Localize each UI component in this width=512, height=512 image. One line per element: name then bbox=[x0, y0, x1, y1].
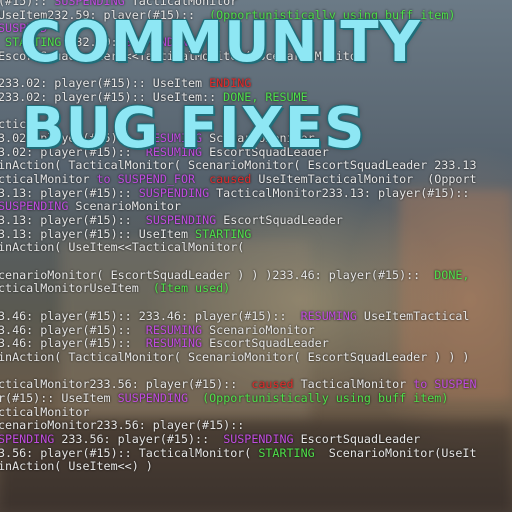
console-segment bbox=[195, 172, 209, 186]
console-line: 3.46: player(#15):: RESUMING EscortSquad… bbox=[0, 336, 512, 351]
console-line: SPENDING 233.56: player(#15):: SUSPENDIN… bbox=[0, 432, 512, 447]
console-segment: ENDING bbox=[209, 76, 252, 91]
console-segment: 233.56: player(#15):: bbox=[54, 432, 224, 446]
console-segment: rtSquadLeader <<TacticalMonitor( Scenari… bbox=[26, 48, 364, 63]
console-line: STARTING 232.59: SUSPENDING bbox=[0, 35, 512, 50]
console-segment: caused bbox=[251, 377, 294, 392]
console-segment: TacticalMonitor233.13: player(#15):: bbox=[209, 185, 470, 200]
console-segment: 232.59: bbox=[61, 35, 125, 50]
console-segment bbox=[188, 391, 202, 405]
console-line: EscortSquadLeader <<TacticalMonitor( Sce… bbox=[0, 48, 512, 64]
console-segment: (Item used) bbox=[152, 281, 231, 296]
console-segment: 3.02: player(#15):: bbox=[0, 130, 146, 145]
console-segment: cenarioMonitor233.56: player(#15):: bbox=[0, 418, 245, 433]
console-line: r(#15):: UseItem SUSPENDING (Opportunist… bbox=[0, 390, 512, 406]
console-segment: RESUMING bbox=[145, 322, 203, 337]
console-segment: to SUSPEND_FOR bbox=[96, 171, 196, 186]
console-segment: DONE, RESUME bbox=[223, 89, 308, 104]
console-line: inAction( UseItem<<TacticalMonitor( bbox=[0, 241, 512, 255]
console-segment: to SUSPEN bbox=[413, 377, 477, 392]
console-segment: 3.46: player(#15):: bbox=[0, 336, 146, 351]
console-segment: ScenarioMonitor bbox=[202, 322, 315, 337]
console-segment: SUSPENDING bbox=[145, 213, 217, 227]
console-line: SUSPENDING ScenarioMonitor bbox=[0, 199, 512, 214]
console-segment: cticalMonitor bbox=[0, 404, 90, 419]
console-line: ctical bbox=[0, 117, 512, 132]
console-line: 3.02: player(#15):: RESUMING ScenarioMon… bbox=[0, 130, 512, 146]
console-segment: (Opportunistically using buff item) bbox=[209, 7, 456, 22]
console-segment: SUSPENDING bbox=[223, 432, 294, 446]
console-segment: 3.02: player(#15):: bbox=[0, 144, 146, 159]
console-line: 3.13: player(#15):: SUSPENDING EscortSqu… bbox=[0, 213, 512, 228]
console-segment: inAction( UseItem<<TacticalMonitor( bbox=[0, 240, 245, 255]
console-segment: 3.13: player(#15):: bbox=[0, 185, 139, 200]
console-segment: inAction( TacticalMonitor( ScenarioMonit… bbox=[0, 349, 470, 364]
console-segment: 233.02: player(#15):: UseItem:: bbox=[0, 89, 224, 104]
console-segment: (Opportunistically using buff item) bbox=[202, 390, 449, 405]
console-line: 3.46: player(#15):: 233.46: player(#15):… bbox=[0, 308, 512, 324]
console-segment: caused bbox=[209, 171, 252, 186]
console-segment: 3.56: player(#15):: TacticalMonitor( bbox=[0, 445, 259, 460]
console-segment: 233.02: player(#15):: UseItem bbox=[0, 76, 210, 91]
console-line: cticalMonitor233.56: player(#15):: cause… bbox=[0, 377, 512, 392]
console-segment: STARTING bbox=[5, 35, 62, 50]
console-segment: ScenarioMonitor(UseIt bbox=[314, 445, 477, 460]
console-segment: SUSPEND bbox=[0, 21, 48, 36]
console-line: 233.02: player(#15):: UseItem ENDING bbox=[0, 76, 512, 91]
console-line: 233.02: player(#15):: UseItem:: DONE, RE… bbox=[0, 89, 512, 105]
debug-console-log: (#15):: SUSPENDING TacticalMonitor UseIte… bbox=[0, 0, 512, 474]
console-segment: EscortSquadLeader bbox=[202, 144, 329, 159]
console-segment: inAction( UseItem<<) ) bbox=[0, 459, 153, 474]
console-line: SUSPEND bbox=[0, 22, 512, 36]
console-segment: SUSPENDING bbox=[0, 199, 69, 214]
console-segment: ScenarioMonitor bbox=[202, 130, 315, 145]
console-segment: ctical bbox=[0, 117, 41, 132]
console-segment: TacticalMonitor bbox=[293, 377, 414, 392]
console-segment: cenarioMonitor( EscortSquadLeader ) ) )2… bbox=[0, 267, 435, 282]
console-segment: SPENDING bbox=[0, 432, 55, 446]
console-segment: EscortSquadLeader bbox=[216, 213, 343, 227]
console-line: cenarioMonitor233.56: player(#15):: bbox=[0, 418, 512, 433]
console-segment: Esco bbox=[0, 48, 27, 63]
console-segment: inAction( TacticalMonitor( ScenarioMonit… bbox=[0, 158, 477, 173]
console-segment: RESUMING bbox=[145, 130, 203, 145]
console-segment: 3.46: player(#15):: bbox=[0, 322, 146, 337]
console-segment: cticalMonitorUseItem bbox=[0, 281, 153, 296]
console-segment: SUSPENDING bbox=[117, 390, 188, 405]
console-segment: r(#15):: UseItem bbox=[0, 390, 118, 405]
console-segment: STARTING bbox=[258, 445, 315, 460]
console-segment: SUSPENDING bbox=[138, 185, 210, 200]
console-segment: UseItemTacticalMonitor (Opport bbox=[251, 171, 477, 186]
console-segment: EscortSquadLeader bbox=[202, 336, 329, 351]
console-line: UseItem232.59: player(#15):: (Opportunis… bbox=[0, 7, 512, 23]
console-segment: ScenarioMonitor bbox=[68, 199, 181, 214]
console-segment: 3.13: player(#15):: UseItem bbox=[0, 226, 196, 241]
console-segment: UseItemTactical bbox=[356, 308, 470, 323]
console-segment: STARTING bbox=[195, 226, 252, 241]
console-segment: cticalMonitor233.56: player(#15):: bbox=[0, 377, 252, 392]
console-line: inAction( TacticalMonitor( ScenarioMonit… bbox=[0, 349, 512, 365]
console-line: inAction( UseItem<<) ) bbox=[0, 460, 512, 474]
console-segment: RESUMING bbox=[300, 308, 357, 323]
console-segment: cticalMonitor bbox=[0, 171, 97, 186]
console-segment: DONE, bbox=[434, 267, 470, 282]
console-line: inAction( TacticalMonitor( ScenarioMonit… bbox=[0, 158, 512, 173]
console-line: cticalMonitorUseItem (Item used) bbox=[0, 282, 512, 296]
console-segment: EscortSquadLeader bbox=[293, 432, 421, 446]
console-segment: UseItem232.59: player(#15):: bbox=[0, 7, 210, 22]
console-segment: SUSPENDING bbox=[124, 35, 196, 50]
console-segment: RESUMING bbox=[145, 144, 203, 159]
console-segment: 3.13: player(#15):: bbox=[0, 213, 146, 227]
console-segment: RESUMING bbox=[145, 336, 203, 351]
console-line: cticalMonitor to SUSPEND_FOR caused UseI… bbox=[0, 171, 512, 187]
console-segment: 3.46: player(#15):: 233.46: player(#15):… bbox=[0, 308, 301, 323]
